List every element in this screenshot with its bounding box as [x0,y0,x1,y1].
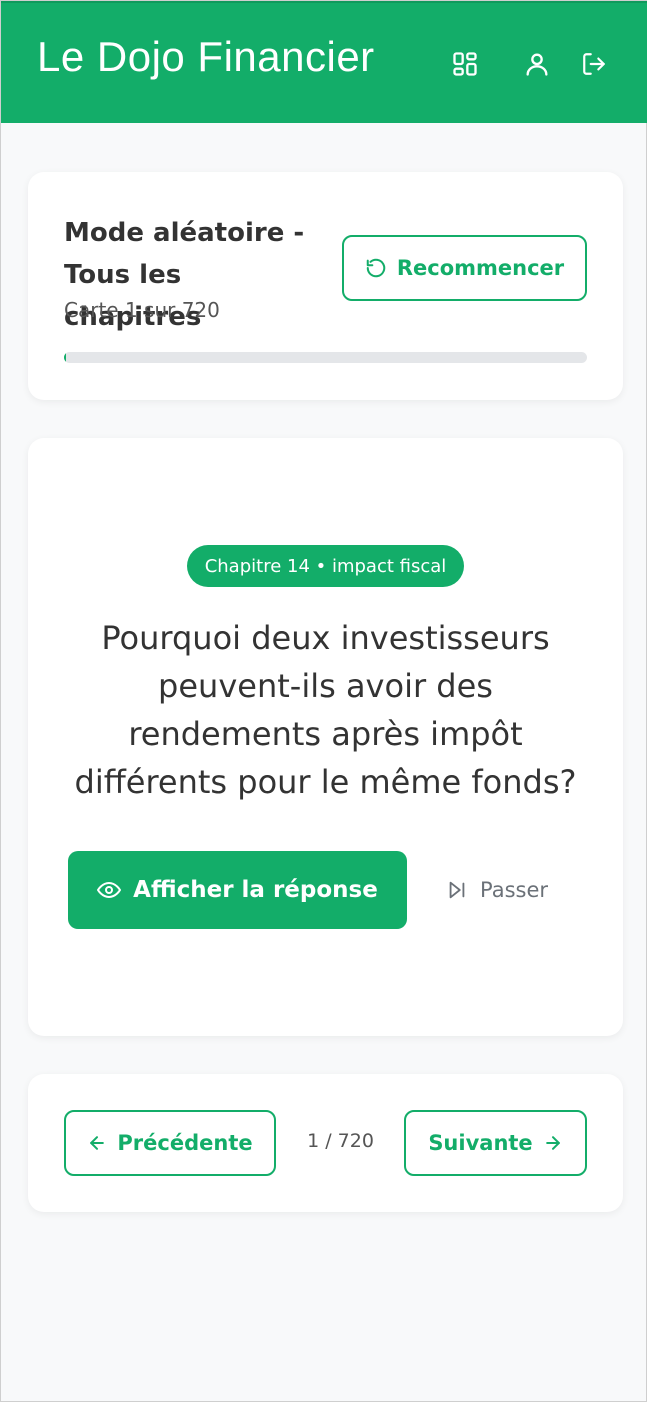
brand-logo[interactable]: Le Dojo Financier [37,33,375,81]
arrow-left-icon [90,1136,105,1150]
navigation-card: Précédente 1 / 720 Suivante [28,1074,623,1212]
progress-fill [64,352,66,363]
eye-icon [97,882,122,898]
card-counter-text: Carte 1 sur 720 [64,298,220,322]
show-answer-label: Afficher la réponse [133,877,378,903]
skip-button[interactable]: Passer [446,868,548,912]
flashcard: Chapitre 14 • impact fiscal Pourquoi deu… [28,438,623,1036]
skip-icon [449,881,465,899]
restart-label: Recommencer [396,256,565,280]
page-counter: 1 / 720 [307,1130,374,1152]
question-text: Pourquoi deux investisseurs peuvent-ils … [74,619,577,801]
next-label: Suivante [428,1131,533,1155]
show-answer-button[interactable]: Afficher la réponse [68,851,407,929]
session-card: Mode aléatoire - Tous les chapitres Cart… [28,172,623,400]
skip-label: Passer [480,878,549,902]
user-icon[interactable] [522,49,552,79]
chapter-badge: Chapitre 14 • impact fiscal [187,545,464,587]
restart-icon [366,258,386,278]
logout-icon[interactable] [579,49,609,79]
previous-button[interactable]: Précédente [64,1110,276,1176]
arrow-right-icon [545,1136,560,1150]
progress-bar [64,352,587,363]
previous-label: Précédente [117,1131,253,1155]
top-bar: Le Dojo Financier [1,1,647,123]
restart-button[interactable]: Recommencer [342,235,587,301]
dashboard-icon[interactable] [450,49,480,79]
next-button[interactable]: Suivante [404,1110,587,1176]
